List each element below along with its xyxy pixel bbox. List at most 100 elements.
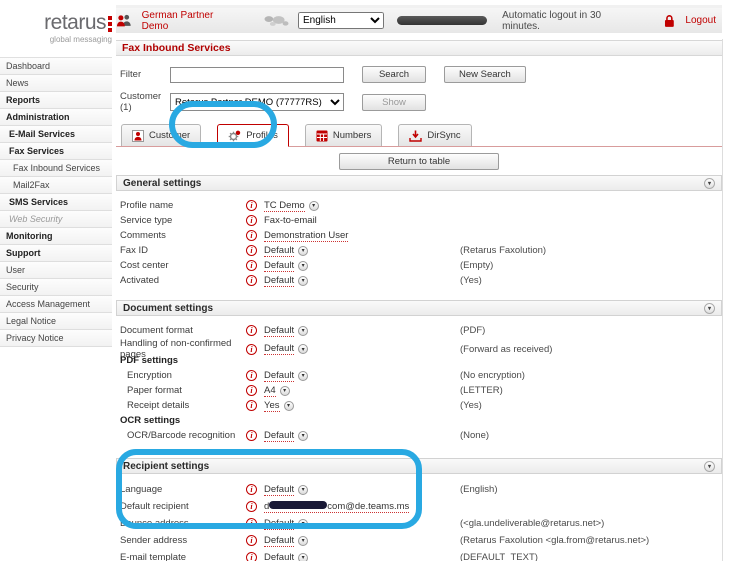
value-dropdown-icon[interactable]: ▾ (298, 371, 308, 381)
setting-value[interactable]: Default (264, 325, 294, 337)
effective-value-note: (PDF) (460, 325, 722, 336)
setting-label: Service type (120, 215, 246, 226)
setting-label: Activated (120, 275, 246, 286)
logout-link[interactable]: Logout (685, 15, 716, 26)
section-title: General settings (123, 178, 201, 189)
value-dropdown-icon[interactable]: ▾ (298, 519, 308, 529)
setting-row-document-format: Document formati Default ▾ (PDF) (116, 323, 722, 338)
sidebar-item-user[interactable]: User (0, 262, 112, 279)
info-icon[interactable]: i (246, 230, 257, 241)
sidebar-item-dashboard[interactable]: Dashboard (0, 58, 112, 75)
info-icon[interactable]: i (246, 501, 257, 512)
info-icon[interactable]: i (246, 535, 257, 546)
tab-dirsync[interactable]: DirSync (398, 124, 471, 146)
sidebar-item-mail2fax[interactable]: Mail2Fax (0, 177, 112, 194)
info-icon[interactable]: i (246, 325, 257, 336)
info-icon[interactable]: i (246, 215, 257, 226)
show-button[interactable]: Show (362, 94, 426, 111)
info-icon[interactable]: i (246, 344, 257, 355)
tab-profiles[interactable]: Profiles (217, 124, 289, 147)
info-icon[interactable]: i (246, 518, 257, 529)
setting-row-bounce-address: Bounce addressiDefault▾(<gla.undeliverab… (116, 515, 722, 532)
value-dropdown-icon[interactable]: ▾ (280, 386, 290, 396)
value-dropdown-icon[interactable]: ▾ (298, 276, 308, 286)
info-icon[interactable]: i (246, 260, 257, 271)
retarus-logo: retarus global messaging (8, 12, 112, 44)
return-to-table-button[interactable]: Return to table (339, 153, 499, 170)
setting-row-language: LanguageiDefault▾(English) (116, 481, 722, 498)
value-dropdown-icon[interactable]: ▾ (309, 201, 319, 211)
sidebar-item-e-mail-services[interactable]: E-Mail Services (0, 126, 112, 143)
info-icon[interactable]: i (246, 552, 257, 561)
setting-value[interactable]: Default (264, 260, 294, 272)
value-dropdown-icon[interactable]: ▾ (298, 536, 308, 546)
value-dropdown-icon[interactable]: ▾ (298, 485, 308, 495)
effective-value-note: (Forward as received) (460, 344, 722, 355)
app-window: retarus global messaging DashboardNewsRe… (0, 0, 733, 561)
setting-value[interactable]: Default (264, 535, 294, 547)
setting-value[interactable]: TC Demo (264, 200, 305, 212)
setting-label: Document format (120, 325, 246, 336)
info-icon[interactable]: i (246, 484, 257, 495)
tab-numbers[interactable]: Numbers (305, 124, 383, 146)
sidebar-item-reports[interactable]: Reports (0, 92, 112, 109)
sidebar-item-support[interactable]: Support (0, 245, 112, 262)
setting-value[interactable]: Default (264, 275, 294, 287)
value-dropdown-icon[interactable]: ▾ (298, 553, 308, 561)
info-icon[interactable]: i (246, 385, 257, 396)
info-icon[interactable]: i (246, 370, 257, 381)
sidebar-item-administration[interactable]: Administration (0, 109, 112, 126)
info-icon[interactable]: i (246, 400, 257, 411)
setting-value[interactable]: Default (264, 430, 294, 442)
setting-label: Paper format (120, 385, 246, 396)
setting-row-sender-address: Sender addressiDefault▾(Retarus Faxoluti… (116, 532, 722, 549)
setting-value[interactable]: Demonstration User (264, 230, 348, 242)
value-dropdown-icon[interactable]: ▾ (284, 401, 294, 411)
value-dropdown-icon[interactable]: ▾ (298, 344, 308, 354)
collapse-section-icon[interactable]: ▾ (704, 178, 715, 189)
sidebar-item-monitoring[interactable]: Monitoring (0, 228, 112, 245)
sidebar-item-legal-notice[interactable]: Legal Notice (0, 313, 112, 330)
value-dropdown-icon[interactable]: ▾ (298, 326, 308, 336)
filter-input[interactable] (170, 67, 344, 83)
customer-select[interactable]: Retarus Partner DEMO (77777RS) (170, 93, 344, 111)
effective-value-note: (Empty) (460, 260, 722, 271)
section-title: Recipient settings (123, 461, 209, 472)
info-icon[interactable]: i (246, 430, 257, 441)
info-icon[interactable]: i (246, 245, 257, 256)
setting-value[interactable]: Default (264, 343, 294, 355)
setting-value[interactable]: Default (264, 245, 294, 257)
sidebar-item-web-security: Web Security (0, 211, 112, 228)
sidebar-item-fax-inbound-services[interactable]: Fax Inbound Services (0, 160, 112, 177)
sidebar-item-fax-services[interactable]: Fax Services (0, 143, 112, 160)
setting-value[interactable]: Default (264, 552, 294, 561)
setting-value[interactable]: Default (264, 484, 294, 496)
section-general-settings: General settings▾Profile nameiTC Demo▾Se… (116, 175, 722, 288)
sidebar-item-news[interactable]: News (0, 75, 112, 92)
sidebar-item-security[interactable]: Security (0, 279, 112, 296)
search-button[interactable]: Search (362, 66, 426, 83)
section-recipient-settings: Recipient settings▾LanguageiDefault▾(Eng… (116, 458, 722, 561)
setting-value[interactable]: Default (264, 518, 294, 530)
setting-value[interactable]: A4 (264, 385, 276, 397)
value-dropdown-icon[interactable]: ▾ (298, 246, 308, 256)
value-dropdown-icon[interactable]: ▾ (298, 261, 308, 271)
setting-value[interactable]: Default (264, 370, 294, 382)
tab-customer[interactable]: Customer (121, 124, 201, 146)
setting-value[interactable]: Yes (264, 400, 280, 412)
info-icon[interactable]: i (246, 200, 257, 211)
sidebar-item-sms-services[interactable]: SMS Services (0, 194, 112, 211)
new-search-button[interactable]: New Search (444, 66, 526, 83)
sidebar-item-access-management[interactable]: Access Management (0, 296, 112, 313)
setting-row-ocr-barcode-recognition: OCR/Barcode recognitioniDefault▾(None) (116, 428, 722, 443)
language-select[interactable]: English (298, 12, 384, 29)
collapse-section-icon[interactable]: ▾ (704, 303, 715, 314)
value-dropdown-icon[interactable]: ▾ (298, 431, 308, 441)
effective-value-note: (No encryption) (460, 370, 722, 381)
collapse-section-icon[interactable]: ▾ (704, 461, 715, 472)
setting-value-redacted[interactable]: dcom@de.teams.ms (264, 501, 409, 513)
setting-label: E-mail template (120, 552, 246, 561)
sidebar-item-privacy-notice[interactable]: Privacy Notice (0, 330, 112, 347)
effective-value-note: (LETTER) (460, 385, 722, 396)
info-icon[interactable]: i (246, 275, 257, 286)
